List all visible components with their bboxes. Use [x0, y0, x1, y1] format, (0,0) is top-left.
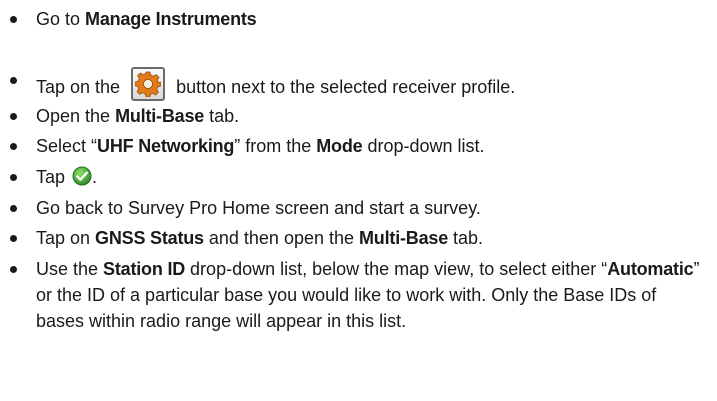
list-item: Go to Manage Instruments	[9, 6, 709, 32]
list-item: Use the Station ID drop-down list, below…	[9, 256, 709, 334]
bullet	[9, 6, 36, 32]
check-ok-icon	[72, 166, 92, 186]
gear-settings-icon	[131, 67, 166, 101]
step-text: Tap .	[36, 166, 98, 187]
step-text: Open the Multi-Base tab.	[36, 106, 240, 126]
step-text: Tap on GNSS Status and then open the Mul…	[36, 228, 484, 248]
step-text: Select “UHF Networking” from the Mode dr…	[36, 136, 485, 156]
bullet	[9, 195, 36, 221]
bullet	[9, 133, 36, 159]
bullet	[9, 164, 36, 190]
list-item: Tap .	[9, 164, 709, 190]
list-item: Go back to Survey Pro Home screen and st…	[9, 195, 709, 221]
list-item: Tap on GNSS Status and then open the Mul…	[9, 225, 709, 251]
step-text: Use the Station ID drop-down list, below…	[36, 259, 700, 331]
list-item: Select “UHF Networking” from the Mode dr…	[9, 133, 709, 159]
list-item: Tap on the button next to the selected r…	[9, 67, 709, 101]
list-item: Open the Multi-Base tab.	[9, 103, 709, 129]
instruction-list: Go to Manage Instruments Tap on the butt…	[0, 0, 717, 401]
bullet	[9, 103, 36, 129]
step-text: Go back to Survey Pro Home screen and st…	[36, 198, 481, 218]
step-text: Tap on the button next to the selected r…	[36, 67, 709, 101]
bullet	[9, 67, 36, 93]
bullet	[9, 225, 36, 251]
bullet	[9, 256, 36, 282]
step-text: Go to Manage Instruments	[36, 9, 257, 29]
